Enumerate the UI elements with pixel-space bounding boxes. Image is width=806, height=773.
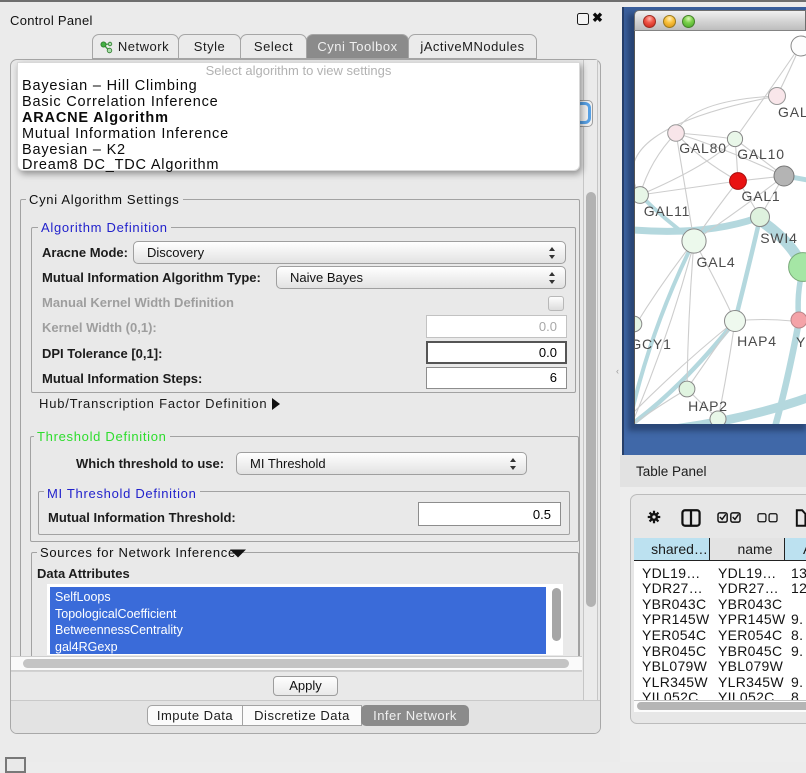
svg-text:GAL2: GAL2 [778,104,806,120]
svg-text:HAP2: HAP2 [688,398,728,414]
svg-text:HAP4: HAP4 [737,333,777,349]
svg-text:GAL1: GAL1 [742,188,781,204]
svg-text:GAL10: GAL10 [737,146,785,162]
svg-text:SWI4: SWI4 [760,230,797,246]
svg-text:GCY1: GCY1 [635,336,672,352]
svg-text:Y: Y [796,334,806,350]
svg-text:GAL11: GAL11 [644,203,691,219]
svg-text:GAL80: GAL80 [679,140,727,156]
svg-text:GAL4: GAL4 [697,254,736,270]
